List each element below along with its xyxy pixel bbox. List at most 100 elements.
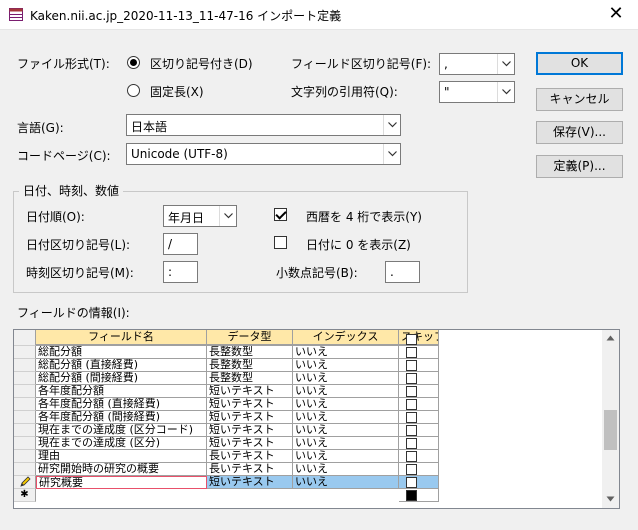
indexed-cell[interactable]: いいえ — [293, 372, 399, 385]
field-name-cell[interactable]: 研究概要 — [36, 476, 207, 489]
cancel-button[interactable]: キャンセル — [536, 88, 623, 111]
field-name-cell[interactable]: 理由 — [36, 450, 207, 463]
code-page-select[interactable]: Unicode (UTF-8) — [126, 143, 401, 165]
scroll-up-icon[interactable] — [606, 335, 615, 341]
data-type-cell[interactable]: 短いテキスト — [207, 385, 293, 398]
close-icon[interactable]: ✕ — [600, 3, 632, 27]
skip-checkbox[interactable] — [406, 334, 417, 345]
four-digit-years-checkbox[interactable] — [274, 208, 287, 221]
indexed-cell[interactable]: いいえ — [293, 411, 399, 424]
indexed-cell[interactable] — [293, 333, 399, 346]
row-selector[interactable] — [14, 359, 36, 372]
field-delimiter-select[interactable]: , — [439, 53, 515, 75]
skip-checkbox[interactable] — [406, 386, 417, 397]
row-selector[interactable] — [14, 450, 36, 463]
fixed-width-label[interactable]: 固定長(X) — [150, 85, 204, 99]
indexed-cell[interactable]: いいえ — [293, 476, 399, 489]
delimited-radio[interactable] — [127, 56, 140, 69]
vertical-scrollbar[interactable] — [602, 330, 619, 508]
skip-checkbox[interactable] — [406, 373, 417, 384]
skip-cell[interactable] — [399, 372, 439, 385]
indexed-cell[interactable]: いいえ — [293, 346, 399, 359]
field-name-cell[interactable]: 総配分額 (間接経費) — [36, 372, 207, 385]
field-name-cell[interactable] — [36, 333, 207, 346]
skip-checkbox[interactable] — [406, 399, 417, 410]
row-selector[interactable] — [14, 411, 36, 424]
skip-checkbox[interactable] — [406, 425, 417, 436]
field-name-cell[interactable]: 現在までの達成度 (区分) — [36, 437, 207, 450]
data-type-cell[interactable]: 長いテキスト — [207, 463, 293, 476]
data-type-cell[interactable]: 短いテキスト — [207, 411, 293, 424]
row-selector[interactable] — [14, 476, 36, 489]
skip-checkbox[interactable] — [406, 360, 417, 371]
skip-cell[interactable] — [399, 346, 439, 359]
skip-checkbox[interactable] — [406, 412, 417, 423]
indexed-cell[interactable]: いいえ — [293, 450, 399, 463]
row-selector[interactable] — [14, 424, 36, 437]
data-type-cell[interactable] — [207, 333, 293, 346]
row-selector[interactable] — [14, 346, 36, 359]
field-name-cell[interactable]: 総配分額 — [36, 346, 207, 359]
skip-cell[interactable] — [399, 450, 439, 463]
data-type-cell[interactable]: 長いテキスト — [207, 450, 293, 463]
skip-cell[interactable] — [399, 489, 439, 502]
data-type-cell[interactable]: 長整数型 — [207, 372, 293, 385]
delimited-label[interactable]: 区切り記号付き(D) — [150, 57, 253, 71]
field-info-grid[interactable]: フィールド名 データ型 インデックス スキップ 総配分額長整数型いいえ総配分額 … — [13, 329, 620, 509]
data-type-cell[interactable]: 短いテキスト — [207, 437, 293, 450]
skip-cell[interactable] — [399, 463, 439, 476]
data-type-cell[interactable]: 短いテキスト — [207, 424, 293, 437]
new-row-icon[interactable]: ✱ — [14, 489, 36, 502]
chevron-down-icon[interactable] — [383, 144, 400, 164]
indexed-cell[interactable]: いいえ — [293, 398, 399, 411]
skip-cell[interactable] — [399, 437, 439, 450]
data-type-cell[interactable]: 長整数型 — [207, 359, 293, 372]
skip-cell[interactable] — [399, 411, 439, 424]
row-selector[interactable] — [14, 398, 36, 411]
indexed-cell[interactable]: いいえ — [293, 437, 399, 450]
indexed-cell[interactable]: いいえ — [293, 385, 399, 398]
four-digit-years-label[interactable]: 西暦を 4 桁で表示(Y) — [306, 210, 422, 224]
chevron-down-icon[interactable] — [497, 54, 514, 74]
indexed-cell[interactable]: いいえ — [293, 424, 399, 437]
ok-button[interactable]: OK — [536, 52, 623, 75]
leading-zeros-label[interactable]: 日付に 0 を表示(Z) — [306, 238, 411, 252]
row-selector[interactable] — [14, 385, 36, 398]
skip-checkbox[interactable] — [406, 477, 417, 488]
skip-cell[interactable] — [399, 398, 439, 411]
specs-button[interactable]: 定義(P)... — [536, 155, 623, 178]
data-type-cell[interactable]: 長整数型 — [207, 346, 293, 359]
field-name-cell[interactable]: 各年度配分額 (直接経費) — [36, 398, 207, 411]
date-delimiter-input[interactable]: / — [163, 233, 198, 255]
time-delimiter-input[interactable]: : — [163, 261, 198, 283]
skip-cell[interactable] — [399, 359, 439, 372]
decimal-symbol-input[interactable]: . — [385, 261, 420, 283]
row-selector[interactable] — [14, 463, 36, 476]
date-order-select[interactable]: 年月日 — [163, 205, 237, 227]
indexed-cell[interactable]: いいえ — [293, 463, 399, 476]
chevron-down-icon[interactable] — [497, 82, 514, 102]
data-type-cell[interactable]: 短いテキスト — [207, 476, 293, 489]
skip-checkbox[interactable] — [406, 490, 417, 501]
indexed-cell[interactable]: いいえ — [293, 359, 399, 372]
field-name-cell[interactable]: 現在までの達成度 (区分コード) — [36, 424, 207, 437]
save-as-button[interactable]: 保存(V)... — [536, 121, 623, 144]
skip-cell[interactable] — [399, 385, 439, 398]
row-selector[interactable] — [14, 437, 36, 450]
field-name-cell[interactable]: 研究開始時の研究の概要 — [36, 463, 207, 476]
language-select[interactable]: 日本語 — [126, 114, 401, 136]
text-qualifier-select[interactable]: " — [439, 81, 515, 103]
row-selector[interactable] — [14, 333, 36, 346]
chevron-down-icon[interactable] — [219, 206, 236, 226]
skip-cell[interactable] — [399, 333, 439, 346]
field-name-cell[interactable]: 各年度配分額 — [36, 385, 207, 398]
skip-checkbox[interactable] — [406, 464, 417, 475]
chevron-down-icon[interactable] — [383, 115, 400, 135]
row-selector[interactable] — [14, 372, 36, 385]
skip-cell[interactable] — [399, 424, 439, 437]
leading-zeros-checkbox[interactable] — [274, 236, 287, 249]
skip-checkbox[interactable] — [406, 347, 417, 358]
field-name-cell[interactable]: 各年度配分額 (間接経費) — [36, 411, 207, 424]
scrollbar-thumb[interactable] — [604, 410, 617, 450]
skip-cell[interactable] — [399, 476, 439, 489]
